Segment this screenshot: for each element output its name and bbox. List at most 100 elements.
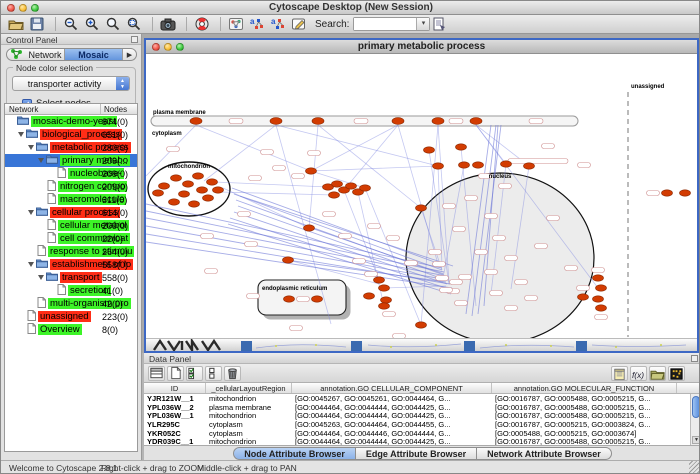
zoom-fit-icon[interactable]: [125, 16, 143, 32]
graph-node[interactable]: [283, 257, 294, 263]
network-overview-icon[interactable]: [227, 16, 245, 32]
graph-node[interactable]: [473, 162, 484, 168]
table-row[interactable]: YPL036W__1mitochondrion[GO:0044464, GO:0…: [144, 411, 700, 420]
graph-node[interactable]: [374, 277, 385, 283]
column-header[interactable]: annotation.GO MOLECULAR_FUNCTION: [492, 383, 677, 393]
graph-node[interactable]: [593, 296, 604, 302]
graph-node[interactable]: [364, 293, 375, 299]
tree-item-establishment-of-lo[interactable]: establishment of lo558(0): [5, 258, 137, 271]
node-color-dropdown[interactable]: transporter activity ▲▼: [12, 76, 130, 91]
unselect-attributes-icon[interactable]: [205, 366, 222, 381]
save-session-icon[interactable]: [28, 16, 46, 32]
import-attributes-folder-icon[interactable]: [649, 366, 666, 381]
tree-item-nucleobase-[interactable]: nucleobase-209(0): [5, 167, 137, 180]
graph-node[interactable]: [578, 294, 589, 300]
graph-node[interactable]: [304, 225, 315, 231]
expand-arrow-icon[interactable]: [38, 275, 44, 280]
graph-node[interactable]: [596, 285, 607, 291]
graph-node[interactable]: [169, 199, 180, 205]
graph-node[interactable]: [189, 201, 200, 207]
graph-node[interactable]: [432, 118, 444, 125]
table-row[interactable]: YLR295Ccytoplasm[GO:0045263, GO:0044464,…: [144, 420, 700, 429]
graph-node[interactable]: [524, 163, 535, 169]
graph-node[interactable]: [270, 118, 282, 125]
layout-labels-blue-icon[interactable]: a: [248, 16, 266, 32]
graph-node[interactable]: [312, 296, 323, 302]
tree-item-nitrogen-compo[interactable]: nitrogen compo209(0): [5, 180, 137, 193]
tree-item-secretion[interactable]: secretion41(0): [5, 284, 137, 297]
float-data-panel-icon[interactable]: [691, 355, 698, 362]
tab-network[interactable]: Network: [7, 49, 65, 60]
graph-node[interactable]: [470, 118, 482, 125]
tab-network-attribute-browser[interactable]: Network Attribute Browser: [477, 447, 612, 460]
graph-node[interactable]: [392, 118, 404, 125]
search-input[interactable]: [354, 18, 416, 30]
graph-node[interactable]: [332, 181, 343, 187]
graph-node[interactable]: [153, 190, 164, 196]
expand-arrow-icon[interactable]: [28, 262, 34, 267]
tree-item-biological-process[interactable]: biological_process651(0): [5, 128, 137, 141]
attribute-table-icon[interactable]: [148, 366, 165, 381]
column-header[interactable]: _cellularLayoutRegion: [206, 383, 292, 393]
tab-node-attribute-browser[interactable]: Node Attribute Browser: [233, 447, 356, 460]
import-document-icon[interactable]: [430, 16, 448, 32]
graph-node[interactable]: [346, 183, 357, 189]
tree-item-primary-metabo[interactable]: primary metabo209(...: [5, 154, 137, 167]
select-attributes-icon[interactable]: [186, 366, 203, 381]
graph-node[interactable]: [424, 147, 435, 153]
table-row[interactable]: YDR039C__1mitochondrion[GO:0044464, GO:0…: [144, 437, 700, 446]
tree-item-metabolic-process[interactable]: metabolic process280(0): [5, 141, 137, 154]
tree-item-cellular-metabol[interactable]: cellular metabol209(0): [5, 219, 137, 232]
snapshot-camera-icon[interactable]: [159, 16, 177, 32]
graph-node[interactable]: [190, 118, 202, 125]
expand-arrow-icon[interactable]: [38, 158, 44, 163]
search-dropdown-button[interactable]: ▾: [416, 18, 429, 30]
scrollbar-down-arrow[interactable]: ▼: [692, 436, 700, 444]
graph-node[interactable]: [284, 296, 295, 302]
tree-item-response-to-stimulu[interactable]: response to stimulu264(0): [5, 245, 137, 258]
graph-node[interactable]: [213, 187, 224, 193]
table-row[interactable]: YJR121W__1mitochondrion[GO:0045267, GO:0…: [144, 394, 700, 403]
zoom-in-icon[interactable]: [83, 16, 101, 32]
graph-node[interactable]: [662, 190, 673, 196]
graph-node[interactable]: [329, 192, 340, 198]
graph-node[interactable]: [680, 190, 691, 196]
help-lifering-icon[interactable]: [193, 16, 211, 32]
graph-node[interactable]: [501, 161, 512, 167]
tab-mosaic[interactable]: Mosaic: [65, 49, 123, 60]
layout-labels-red-icon[interactable]: a: [269, 16, 287, 32]
graph-node[interactable]: [433, 163, 444, 169]
tree-item-mosaic-demo-yeast[interactable]: mosaic-demo-yeast874(0): [5, 115, 137, 128]
tree-column-nodes[interactable]: Nodes: [101, 104, 137, 114]
open-file-icon[interactable]: [7, 16, 25, 32]
tree-item-cellular-process[interactable]: cellular process614(0): [5, 206, 137, 219]
tree-item-overview[interactable]: Overview8(0): [5, 323, 137, 336]
table-row[interactable]: YPL036W__2plasma membrane[GO:0044464, GO…: [144, 403, 700, 412]
scrollbar-thumb[interactable]: [692, 396, 700, 418]
tab-overflow-arrow[interactable]: ▶: [123, 49, 136, 60]
tree-column-network[interactable]: Network: [5, 104, 101, 114]
float-panel-icon[interactable]: [131, 36, 138, 43]
expand-arrow-icon[interactable]: [28, 145, 34, 150]
network-canvas[interactable]: plasma membranecytoplasmmitochondrionnuc…: [146, 54, 697, 338]
graph-node[interactable]: [171, 175, 182, 181]
table-row[interactable]: YKR052Ccytoplasm[GO:0044464, GO:0044446,…: [144, 429, 700, 438]
graph-node[interactable]: [596, 305, 607, 311]
tree-item-multi-organism-pro[interactable]: multi-organism pro42(0): [5, 297, 137, 310]
graph-node[interactable]: [183, 181, 194, 187]
graph-node[interactable]: [360, 185, 371, 191]
zoom-selected-region-icon[interactable]: [104, 16, 122, 32]
graph-node[interactable]: [459, 162, 470, 168]
graph-node[interactable]: [203, 195, 214, 201]
tab-edge-attribute-browser[interactable]: Edge Attribute Browser: [356, 447, 477, 460]
expand-arrow-icon[interactable]: [28, 210, 34, 215]
tree-item-transport[interactable]: transport558(0): [5, 271, 137, 284]
graph-node[interactable]: [416, 205, 427, 211]
graph-node[interactable]: [379, 285, 390, 291]
tree-item-unassigned[interactable]: unassigned223(0): [5, 310, 137, 323]
notepad-icon[interactable]: [611, 366, 628, 381]
function-builder-icon[interactable]: f(x): [630, 366, 647, 381]
annotation-pencil-box-icon[interactable]: [290, 16, 308, 32]
graph-node[interactable]: [379, 303, 390, 309]
column-header[interactable]: annotation.GO CELLULAR_COMPONENT: [292, 383, 492, 393]
